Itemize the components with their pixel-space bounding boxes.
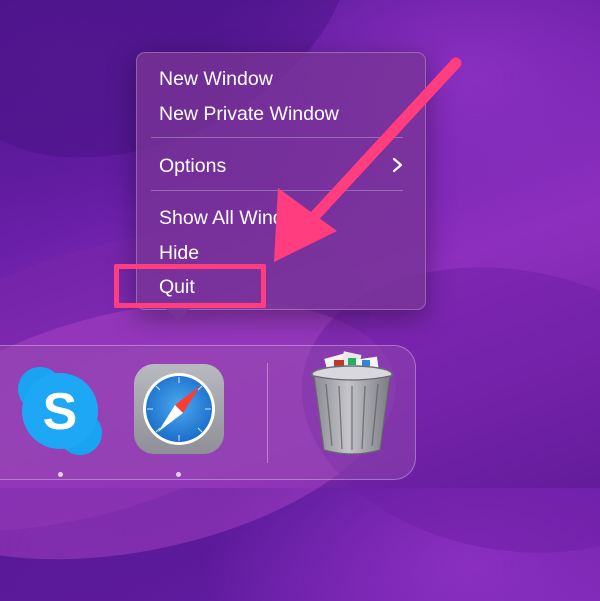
chevron-right-icon (392, 157, 403, 173)
highlight-box (114, 264, 266, 308)
running-indicator (176, 472, 181, 477)
trash-icon[interactable] (304, 350, 400, 460)
menu-item-show-all-windows[interactable]: Show All Windows (159, 204, 318, 232)
svg-text:S: S (43, 383, 78, 441)
menu-separator (151, 190, 403, 191)
menu-item-new-window[interactable]: New Window (159, 65, 273, 93)
safari-icon[interactable] (132, 362, 226, 456)
skype-icon[interactable]: S (12, 363, 106, 457)
menu-item-options[interactable]: Options (159, 152, 226, 180)
dock-divider (267, 363, 268, 463)
menu-separator (151, 137, 403, 138)
menu-item-hide[interactable]: Hide (159, 239, 199, 267)
menu-pointer (166, 309, 190, 321)
running-indicator (58, 472, 63, 477)
menu-item-new-private-window[interactable]: New Private Window (159, 100, 339, 128)
